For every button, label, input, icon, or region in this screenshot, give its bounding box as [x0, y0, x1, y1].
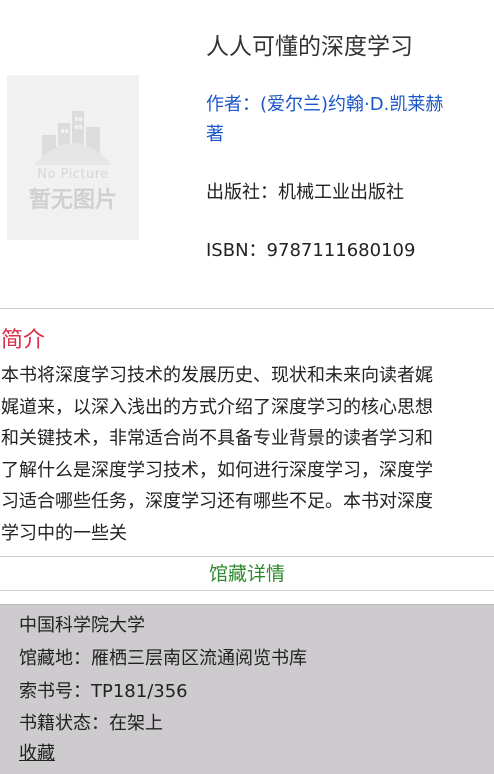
intro-heading: 简介 — [1, 328, 46, 353]
book-title: 人人可懂的深度学习 — [206, 34, 413, 60]
book-author[interactable]: 作者：(爱尔兰)约翰·D.凯莱赫 著 — [206, 90, 476, 150]
author-line-2[interactable]: 著 — [206, 120, 476, 150]
intro-line: 娓道来，以深入浅出的方式介绍了深度学习的核心思想 — [1, 396, 433, 418]
book-isbn: ISBN：9787111680109 — [206, 240, 416, 261]
intro-text: 本书将深度学习技术的发展历史、现状和未来向读者娓 娓道来，以深入浅出的方式介绍了… — [1, 360, 485, 549]
holding-location: 馆藏地：雁栖三层南区流通阅览书库 — [19, 648, 307, 669]
divider — [0, 556, 494, 557]
divider — [0, 590, 494, 591]
intro-line: 和关键技术，非常适合尚不具备专业背景的读者学习和 — [1, 428, 433, 449]
intro-line: 学习中的一些关 — [1, 522, 127, 544]
building-icon — [34, 111, 112, 165]
intro-line: 本书将深度学习技术的发展历史、现状和未来向读者娓 — [1, 365, 433, 386]
no-picture-label-en: No Picture — [37, 167, 109, 182]
call-number: 索书号：TP181/356 — [19, 681, 188, 702]
favorite-link[interactable]: 收藏 — [19, 739, 55, 765]
divider — [0, 308, 494, 309]
library-name: 中国科学院大学 — [19, 615, 145, 636]
holdings-details-link[interactable]: 馆藏详情 — [0, 560, 494, 588]
intro-line: 习适合哪些任务，深度学习还有哪些不足。本书对深度 — [1, 491, 433, 512]
author-line-1[interactable]: 作者：(爱尔兰)约翰·D.凯莱赫 — [206, 90, 476, 120]
no-picture-label-cn: 暂无图片 — [28, 188, 117, 213]
intro-line: 了解什么是深度学习技术，如何进行深度学习，深度学 — [1, 459, 433, 481]
book-status: 书籍状态：在架上 — [19, 713, 163, 734]
book-header: No Picture 暂无图片 人人可懂的深度学习 作者：(爱尔兰)约翰·D.凯… — [0, 0, 494, 306]
book-cover-placeholder: No Picture 暂无图片 — [7, 75, 139, 240]
holdings-panel: 中国科学院大学 馆藏地：雁栖三层南区流通阅览书库 索书号：TP181/356 书… — [0, 604, 494, 774]
book-publisher: 出版社：机械工业出版社 — [206, 182, 404, 203]
